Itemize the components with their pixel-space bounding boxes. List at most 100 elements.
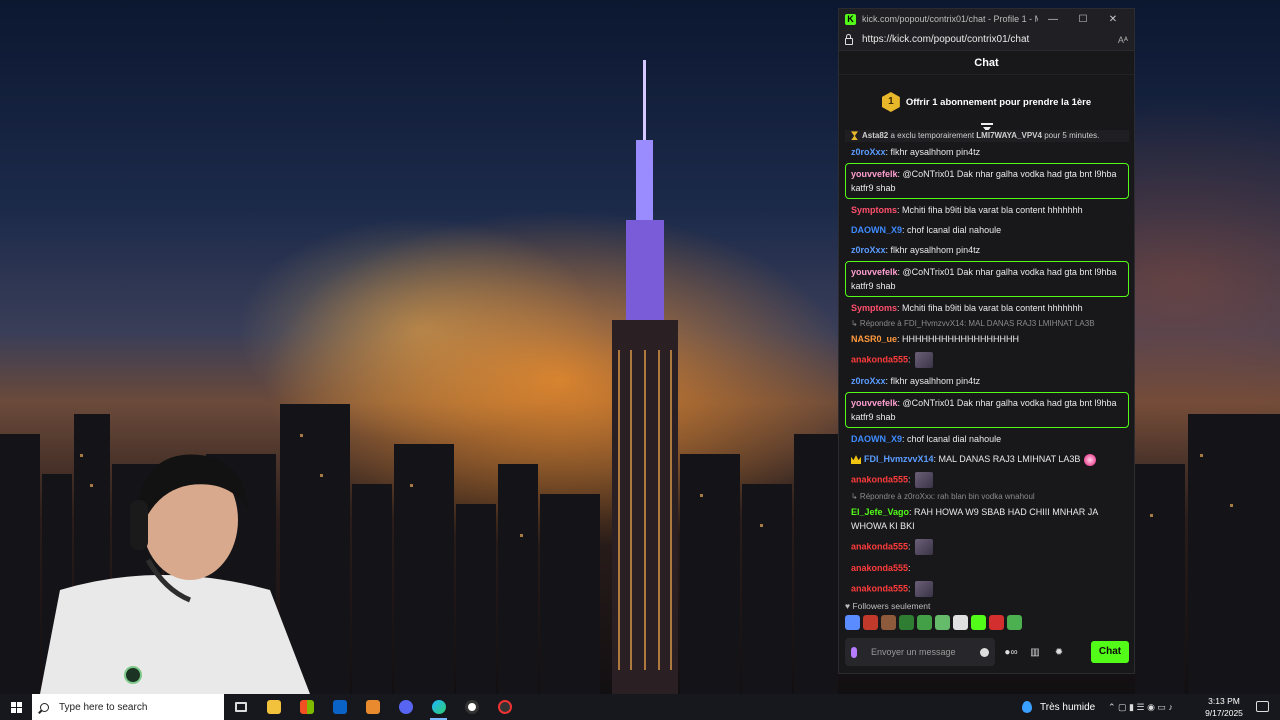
chat-title: Chat: [839, 51, 1134, 75]
emote-button[interactable]: [989, 615, 1004, 630]
chat-message: anakonda555:: [845, 558, 1129, 578]
weather-widget[interactable]: Très humide: [1022, 694, 1095, 720]
timed-out-user[interactable]: LMI7WAYA_VPV4: [976, 131, 1042, 140]
search-placeholder: Type here to search: [59, 701, 148, 713]
store-icon[interactable]: ▥: [1027, 644, 1043, 660]
emote-3-icon[interactable]: [914, 539, 933, 555]
clock[interactable]: 3:13 PM 9/17/2025: [1200, 695, 1248, 719]
chat-username[interactable]: z0roXxx: [851, 245, 886, 255]
chat-username[interactable]: z0roXxx: [851, 147, 886, 157]
chat-message: FDI_HvmzvvX14: MAL DANAS RAJ3 LMIHNAT LA…: [845, 449, 1129, 469]
emote-button[interactable]: [863, 615, 878, 630]
followers-only-label: ♥ Followers seulement: [845, 601, 931, 611]
chat-message-text: : chof lcanal dial nahoule: [902, 434, 1002, 444]
chat-username[interactable]: NASR0_ue: [851, 334, 897, 344]
chat-username[interactable]: youvvefelk: [851, 169, 898, 179]
emote-button[interactable]: [899, 615, 914, 630]
chat-message-text: :: [908, 354, 911, 365]
chat-message: NASR0_ue: HHHHHHHHHHHHHHHHHH: [845, 329, 1129, 349]
edge-browser-icon[interactable]: [422, 694, 455, 720]
close-button[interactable]: ✕: [1098, 14, 1128, 25]
emoji-icon[interactable]: [980, 647, 989, 657]
app-icon-recording[interactable]: [488, 694, 521, 720]
emote-1-icon[interactable]: [914, 352, 933, 368]
chat-message: anakonda555:: [845, 349, 1129, 371]
chat-username[interactable]: Symptoms: [851, 205, 897, 215]
kick-logo-icon: K: [845, 13, 856, 25]
chat-message: DAOWN_X9: chof lcanal dial nahoule: [845, 429, 1129, 449]
send-chat-button[interactable]: Chat: [1091, 641, 1129, 663]
chat-message-text: : HHHHHHHHHHHHHHHHHH: [897, 334, 1020, 344]
microphone-icon[interactable]: [851, 646, 857, 658]
chat-username[interactable]: FDI_HvmzvvX14: [864, 454, 934, 464]
chat-message: z0roXxx: flkhr aysalhhom pin4tz: [845, 240, 1129, 260]
chat-username[interactable]: z0roXxx: [851, 376, 886, 386]
chat-username[interactable]: anakonda555: [851, 541, 908, 551]
discord-icon[interactable]: [389, 694, 422, 720]
clock-date: 9/17/2025: [1205, 708, 1243, 718]
chat-message: El_Jefe_Vago: RAH HOWA W9 SBAB HAD CHIII…: [845, 502, 1129, 536]
address-bar[interactable]: https://kick.com/popout/contrix01/chat A…: [839, 29, 1134, 51]
chat-username[interactable]: anakonda555: [851, 474, 908, 484]
crown-badge-icon: [851, 455, 861, 465]
sub-badge-icon: 1: [881, 92, 900, 112]
chat-username[interactable]: El_Jefe_Vago: [851, 507, 909, 517]
chat-message-text: : chof lcanal dial nahoule: [902, 225, 1002, 235]
pinned-gift-banner[interactable]: 1 Offrir 1 abonnement pour prendre la 1è…: [839, 75, 1134, 132]
task-view-icon[interactable]: [224, 694, 257, 720]
emote-button[interactable]: [1007, 615, 1022, 630]
file-explorer-icon[interactable]: [257, 694, 290, 720]
emote-4-icon[interactable]: [914, 581, 933, 597]
reply-context[interactable]: ↳ Répondre à FDI_HvmzvvX14: MAL DANAS RA…: [845, 318, 1129, 329]
title-bar: K kick.com/popout/contrix01/chat - Profi…: [839, 9, 1134, 29]
emote-button[interactable]: [917, 615, 932, 630]
weather-text: Très humide: [1040, 701, 1096, 713]
chat-message-text: :: [908, 474, 911, 485]
emote-button[interactable]: [971, 615, 986, 630]
minimize-button[interactable]: —: [1038, 14, 1068, 25]
emote-button[interactable]: [881, 615, 896, 630]
chat-messages: Asta82 a exclu temporairement LMI7WAYA_V…: [845, 130, 1129, 600]
taskbar-search-box[interactable]: Type here to search: [32, 694, 224, 720]
tray-icons[interactable]: ⌃ ▢ ▮ ☰ ◉ ▭ ♪: [1108, 702, 1173, 713]
pink-emote-icon[interactable]: [1084, 453, 1097, 466]
reply-context[interactable]: ↳ Répondre à z0roXxx: rah blan bin vodka…: [845, 491, 1129, 502]
chat-message-input[interactable]: Envoyer un message: [845, 638, 995, 666]
message-list: z0roXxx: flkhr aysalhhom pin4tz youvvefel…: [845, 142, 1129, 600]
chat-message: z0roXxx: flkhr aysalhhom pin4tz: [845, 371, 1129, 391]
chat-message-text: :: [908, 583, 911, 594]
emote-button[interactable]: [935, 615, 950, 630]
app-icon-orange[interactable]: [356, 694, 389, 720]
chat-username[interactable]: Symptoms: [851, 303, 897, 313]
emote-button[interactable]: [953, 615, 968, 630]
emote-button[interactable]: [845, 615, 860, 630]
window-title: kick.com/popout/contrix01/chat - Profile…: [862, 14, 1038, 24]
maximize-button[interactable]: ☐: [1068, 14, 1098, 25]
system-tray[interactable]: ⌃ ▢ ▮ ☰ ◉ ▭ ♪: [1108, 694, 1173, 720]
chat-username[interactable]: anakonda555: [851, 563, 908, 573]
chat-input-placeholder[interactable]: Envoyer un message: [871, 647, 980, 657]
kicks-icon[interactable]: ●∞: [1003, 644, 1019, 660]
chat-username[interactable]: DAOWN_X9: [851, 434, 902, 444]
outlook-icon[interactable]: [323, 694, 356, 720]
emote-2-icon[interactable]: [914, 472, 933, 488]
chat-message: youvvefelk: @CoNTrix01 Dak nhar galha vo…: [845, 392, 1129, 428]
chat-message-text: : flkhr aysalhhom pin4tz: [885, 147, 981, 157]
search-icon: [40, 702, 49, 712]
webcam-overlay: [40, 454, 310, 694]
chat-username[interactable]: youvvefelk: [851, 398, 898, 408]
moderator-name[interactable]: Asta82: [862, 131, 888, 140]
browser-window: K kick.com/popout/contrix01/chat - Profi…: [838, 8, 1135, 674]
microsoft-store-icon[interactable]: [290, 694, 323, 720]
settings-gear-icon[interactable]: ✹: [1051, 644, 1067, 660]
chat-username[interactable]: anakonda555: [851, 354, 908, 364]
url-text[interactable]: https://kick.com/popout/contrix01/chat: [862, 34, 1118, 45]
chat-username[interactable]: anakonda555: [851, 583, 908, 593]
lock-icon[interactable]: [845, 33, 853, 45]
obs-icon[interactable]: [455, 694, 488, 720]
chat-username[interactable]: youvvefelk: [851, 267, 898, 277]
windows-start-icon[interactable]: [0, 694, 32, 720]
read-aloud-icon[interactable]: Aᴬ: [1118, 35, 1128, 45]
notification-center-icon[interactable]: [1256, 701, 1269, 712]
chat-username[interactable]: DAOWN_X9: [851, 225, 902, 235]
